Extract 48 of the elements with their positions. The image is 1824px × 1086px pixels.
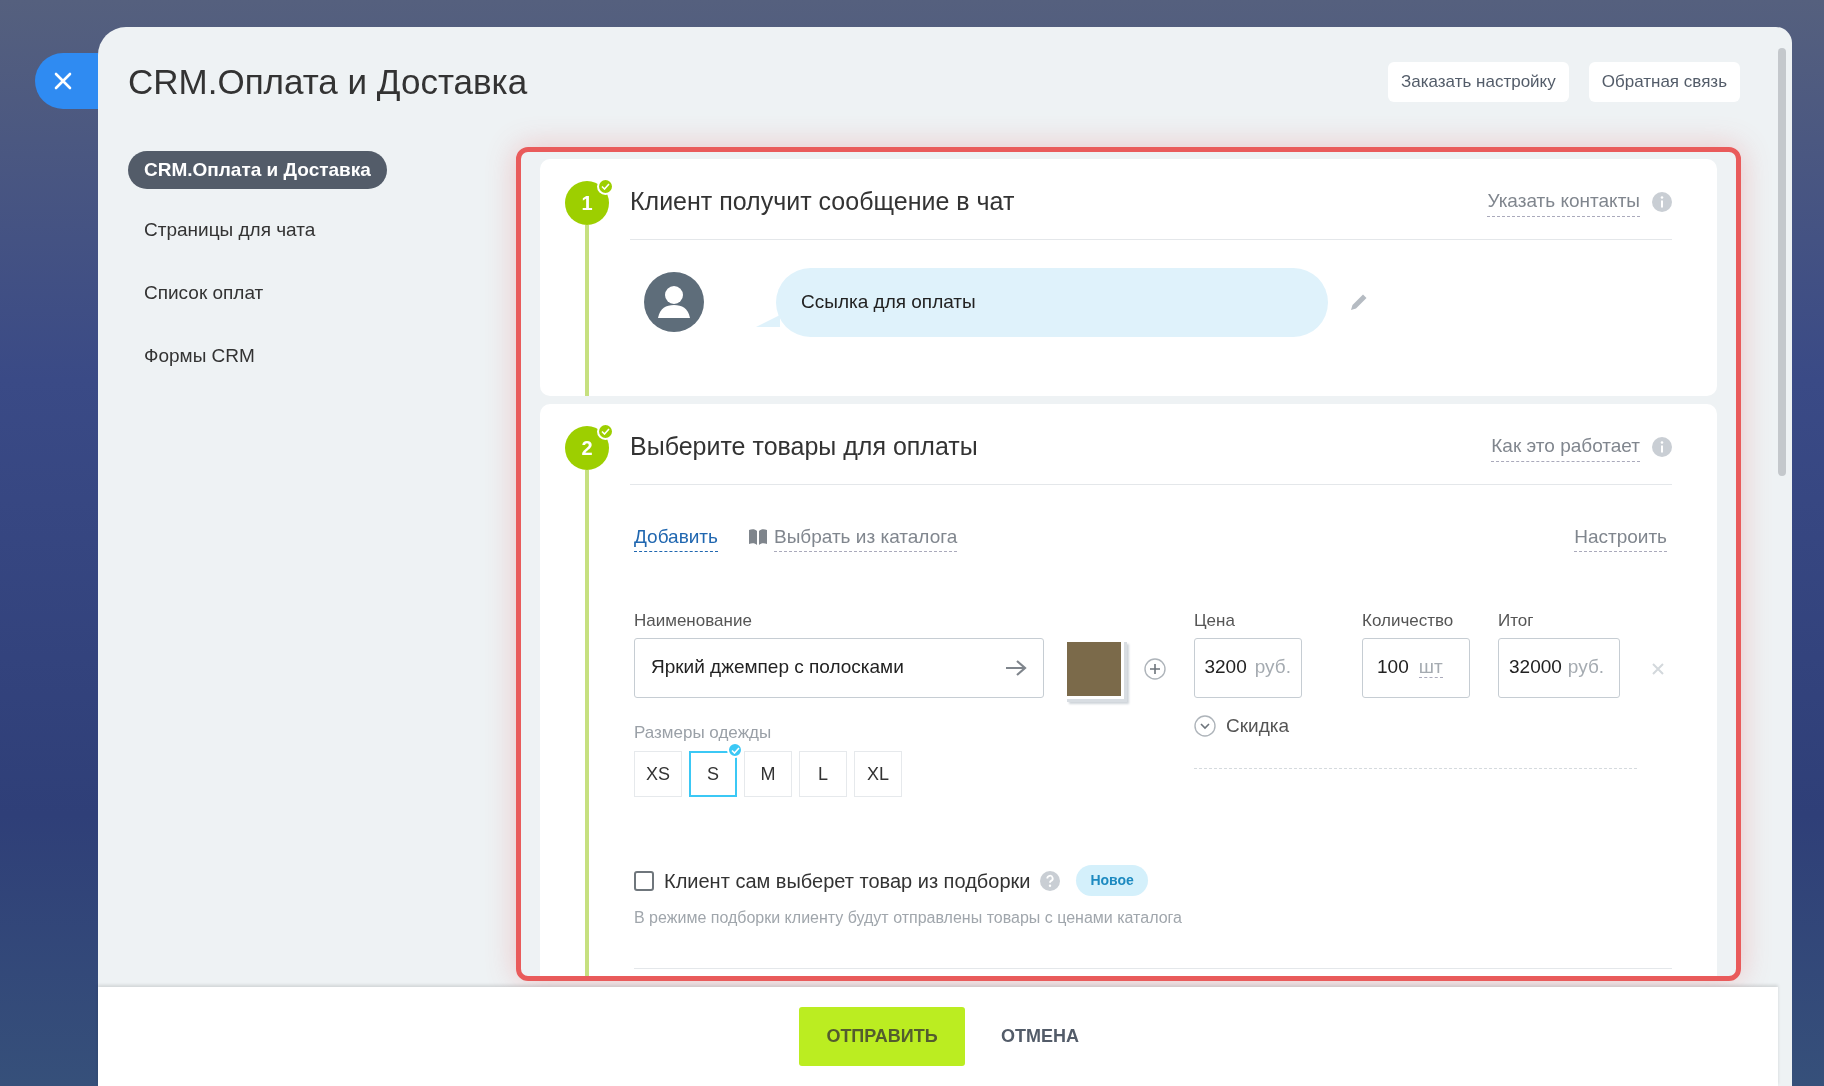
photo-placeholder[interactable]	[1064, 639, 1124, 699]
size-option[interactable]: XL	[854, 751, 902, 797]
arrow-icon	[1005, 658, 1027, 677]
configure-link[interactable]: Настроить	[1574, 522, 1667, 552]
close-icon	[54, 72, 72, 90]
step-title: Клиент получит сообщение в чат	[630, 186, 1015, 217]
total-field[interactable]: 32000 руб.	[1498, 637, 1620, 698]
discount-toggle[interactable]: Скидка	[1226, 711, 1290, 740]
selection-checkbox[interactable]	[634, 870, 654, 891]
help-link[interactable]: Как это работает	[1491, 432, 1640, 462]
submit-button[interactable]: ОТПРАВИТЬ	[799, 1007, 965, 1066]
menu-item[interactable]: CRM.Оплата и Доставка	[128, 151, 387, 189]
size-option[interactable]: L	[799, 751, 847, 797]
check-icon	[727, 742, 743, 758]
name-field[interactable]: Яркий джемпер с полосками	[634, 637, 1044, 698]
field-label: Количество	[1362, 610, 1455, 632]
catalog-link[interactable]: Выбрать из каталога	[774, 522, 958, 552]
size-option[interactable]: XS	[634, 751, 682, 797]
cancel-button[interactable]: ОТМЕНА	[991, 1007, 1089, 1066]
contacts-link[interactable]: Указать контакты	[1487, 187, 1640, 217]
close-button[interactable]	[35, 53, 98, 109]
header-button[interactable]: Заказать настройку	[1388, 62, 1569, 102]
menu-item[interactable]: Формы CRM	[128, 337, 271, 375]
selection-label: Клиент сам выберет товар из подборки	[664, 868, 1031, 894]
quantity-field[interactable]: 100 шт	[1362, 637, 1470, 698]
add-link[interactable]: Добавить	[634, 522, 718, 552]
header-button[interactable]: Обратная связь	[1588, 62, 1740, 102]
info-icon	[1652, 191, 1672, 212]
message-text: Ссылка для оплаты	[801, 289, 976, 314]
step-number: 2	[565, 426, 609, 470]
selection-hint: В режиме подборки клиенту будут отправлены товары с ценами каталога	[634, 908, 1183, 928]
page-title: CRM.Оплата и Доставка	[128, 61, 528, 103]
price-field[interactable]: 3200 руб.	[1194, 637, 1302, 698]
chevron-icon[interactable]	[1194, 714, 1216, 737]
field-label: Размеры одежды	[634, 721, 773, 744]
menu-item[interactable]: Список оплат	[128, 274, 280, 312]
book-icon	[748, 528, 768, 547]
step-number: 1	[565, 181, 609, 225]
field-label: Наименование	[634, 610, 753, 632]
size-option[interactable]: M	[744, 751, 792, 797]
field-label: Цена	[1194, 610, 1236, 632]
field-label: Итог	[1498, 610, 1535, 632]
plus-icon[interactable]	[1144, 658, 1166, 680]
new-badge: Новое	[1076, 865, 1148, 896]
info-icon	[1652, 436, 1672, 457]
menu-item[interactable]: Страницы для чата	[128, 211, 332, 249]
avatar-icon	[644, 272, 704, 332]
step-title: Выберите товары для оплаты	[630, 431, 978, 462]
